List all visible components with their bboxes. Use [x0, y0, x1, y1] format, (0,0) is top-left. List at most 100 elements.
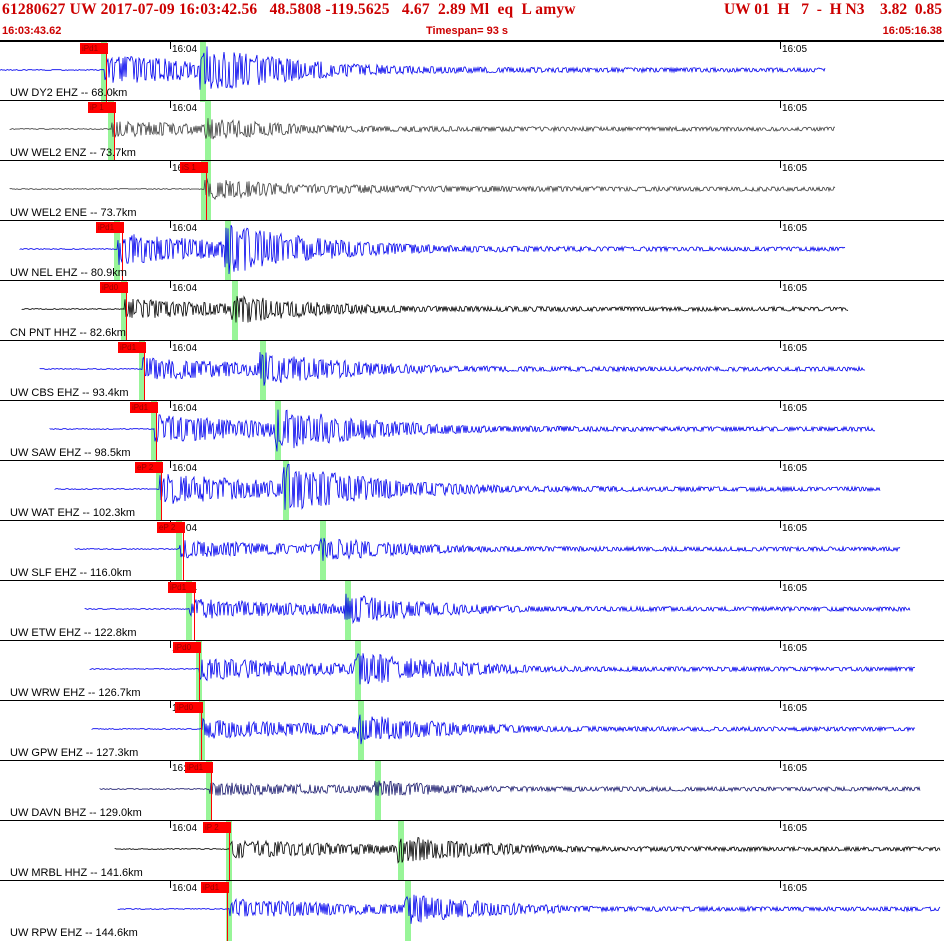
time-tick [170, 881, 171, 888]
trace-panel[interactable]: 16:04 16:05 iPd1 UW SAW EHZ -- 98.5km [0, 400, 944, 461]
trace-panel[interactable]: 16:04 16:05 iP 2 UW MRBL HHZ -- 141.6km [0, 820, 944, 881]
station-label: UW ETW EHZ -- 122.8km [10, 627, 137, 639]
waveform-trace [99, 780, 921, 796]
waveform-trace [89, 653, 916, 685]
phase-pick[interactable]: iPd1 [201, 882, 229, 893]
phase-pick[interactable]: iPd0 [100, 282, 128, 293]
pick-line [211, 771, 212, 821]
time-tick [780, 641, 781, 648]
phase-pick[interactable]: iPd1 [80, 43, 108, 54]
time-tick [170, 161, 171, 168]
time-tick [170, 42, 171, 49]
trace-panel[interactable]: 16:04 16:05 iPd0 CN PNT HHZ -- 82.6km [0, 280, 944, 341]
time-tick [170, 341, 171, 348]
waveform-trace [21, 295, 849, 323]
station-label: UW DAVN BHZ -- 129.0km [10, 807, 142, 819]
phase-pick[interactable]: iPd1 [118, 342, 146, 353]
time-label: 16:05 [782, 463, 808, 474]
station-label: UW WRW EHZ -- 126.7km [10, 687, 141, 699]
time-tick [780, 461, 781, 468]
pick-line [144, 351, 145, 401]
time-tick [170, 101, 171, 108]
trace-panel[interactable]: 16:04 16:05 iPd1 UW NEL EHZ -- 80.9km [0, 220, 944, 281]
station-label: UW SAW EHZ -- 98.5km [10, 447, 131, 459]
time-label: 16:05 [782, 343, 808, 354]
station-label: UW MRBL HHZ -- 141.6km [10, 867, 143, 879]
phase-pick[interactable]: iP 1 [88, 102, 116, 113]
trace-panel[interactable]: 16:04 16:05 iPd1 UW DY2 EHZ -- 68.0km [0, 40, 944, 102]
pick-line [201, 711, 202, 761]
time-tick [170, 401, 171, 408]
pick-line [194, 591, 195, 641]
time-tick [780, 42, 781, 49]
time-label: 16:05 [782, 523, 808, 534]
trace-panel[interactable]: 16:0416:05iS 1UW WEL2 ENE -- 73.7km [0, 160, 944, 221]
trace-panel[interactable]: 16:0416:05eP 2UW SLF EHZ -- 116.0km [0, 520, 944, 581]
time-tick [780, 521, 781, 528]
start-time: 16:03:43.62 [2, 25, 62, 37]
trace-panel[interactable]: 16:0416:05iPd0UW GPW EHZ -- 127.3km [0, 700, 944, 761]
time-label: 16:04 [172, 823, 198, 834]
trace-panel[interactable]: 16:0416:05iPd1UW ETW EHZ -- 122.8km [0, 580, 944, 641]
station-label: UW WEL2 ENZ -- 73.7km [10, 147, 136, 159]
phase-pick[interactable]: iPd1 [185, 762, 213, 773]
time-label: 16:04 [172, 223, 198, 234]
time-tick [170, 641, 171, 648]
waveform-trace [84, 593, 911, 625]
time-tick [780, 701, 781, 708]
header: 61280627 UW 2017-07-09 16:03:42.56 48.58… [0, 0, 944, 40]
waveform-trace [19, 224, 846, 275]
time-label: 16:05 [782, 223, 808, 234]
phase-pick[interactable]: iS 1 [180, 162, 208, 173]
phase-pick[interactable]: iPd1 [168, 582, 196, 593]
station-label: UW DY2 EHZ -- 68.0km [10, 87, 128, 99]
station-label: UW RPW EHZ -- 144.6km [10, 927, 138, 939]
time-label: 16:04 [172, 463, 198, 474]
phase-pick[interactable]: eP 2 [135, 462, 163, 473]
waveform-trace [49, 409, 876, 452]
pick-line [161, 471, 162, 521]
time-tick [780, 761, 781, 768]
time-tick [780, 221, 781, 228]
trace-panel[interactable]: 16:04 16:05 iPd1 UW CBS EHZ -- 93.4km [0, 340, 944, 401]
station-label: UW WEL2 ENE -- 73.7km [10, 207, 137, 219]
time-tick [780, 821, 781, 828]
time-label: 16:04 [172, 283, 198, 294]
time-label: 16:05 [782, 763, 808, 774]
pick-line [126, 291, 127, 341]
station-label: UW NEL EHZ -- 80.9km [10, 267, 127, 279]
event-title: 61280627 UW 2017-07-09 16:03:42.56 48.58… [2, 1, 576, 18]
end-time: 16:05:16.38 [882, 25, 942, 37]
time-label: 16:05 [782, 703, 808, 714]
trace-panel[interactable]: 16:0416:05iPd1UW DAVN BHZ -- 129.0km [0, 760, 944, 821]
trace-panel[interactable]: 16:04 16:05 iPd1 UW RPW EHZ -- 144.6km [0, 880, 944, 941]
trace-list: 16:04 16:05 iPd1 UW DY2 EHZ -- 68.0km 16:04 1… [0, 40, 944, 941]
phase-pick[interactable]: iP 2 [203, 822, 231, 833]
waveform-trace [0, 46, 826, 90]
waveform-trace [39, 352, 866, 386]
trace-panel[interactable]: 16:04 16:05 eP 2 UW WAT EHZ -- 102.3km [0, 460, 944, 521]
trace-panel[interactable]: 16:0416:05iPd0UW WRW EHZ -- 126.7km [0, 640, 944, 701]
phase-pick[interactable]: iPd1 [96, 222, 124, 233]
timespan: Timespan= 93 s [426, 25, 509, 37]
phase-pick[interactable]: iPd0 [173, 642, 201, 653]
station-label: UW GPW EHZ -- 127.3km [10, 747, 139, 759]
pick-line [206, 171, 207, 221]
time-label: 16:05 [782, 103, 808, 114]
trace-panel[interactable]: 16:04 16:05 iP 1 UW WEL2 ENZ -- 73.7km [0, 100, 944, 161]
waveform-trace [114, 836, 941, 864]
time-tick [170, 221, 171, 228]
time-label: 16:05 [782, 403, 808, 414]
time-label: 16:04 [172, 343, 198, 354]
phase-pick[interactable]: iPd1 [130, 402, 158, 413]
time-tick [170, 821, 171, 828]
time-label: 16:04 [172, 883, 198, 894]
time-label: 16:05 [782, 163, 808, 174]
time-tick [780, 881, 781, 888]
pick-line [156, 411, 157, 461]
station-label: CN PNT HHZ -- 82.6km [10, 327, 126, 339]
waveform-trace [9, 178, 836, 200]
time-label: 16:05 [782, 643, 808, 654]
phase-pick[interactable]: iPd0 [175, 702, 203, 713]
phase-pick[interactable]: eP 2 [157, 522, 185, 533]
